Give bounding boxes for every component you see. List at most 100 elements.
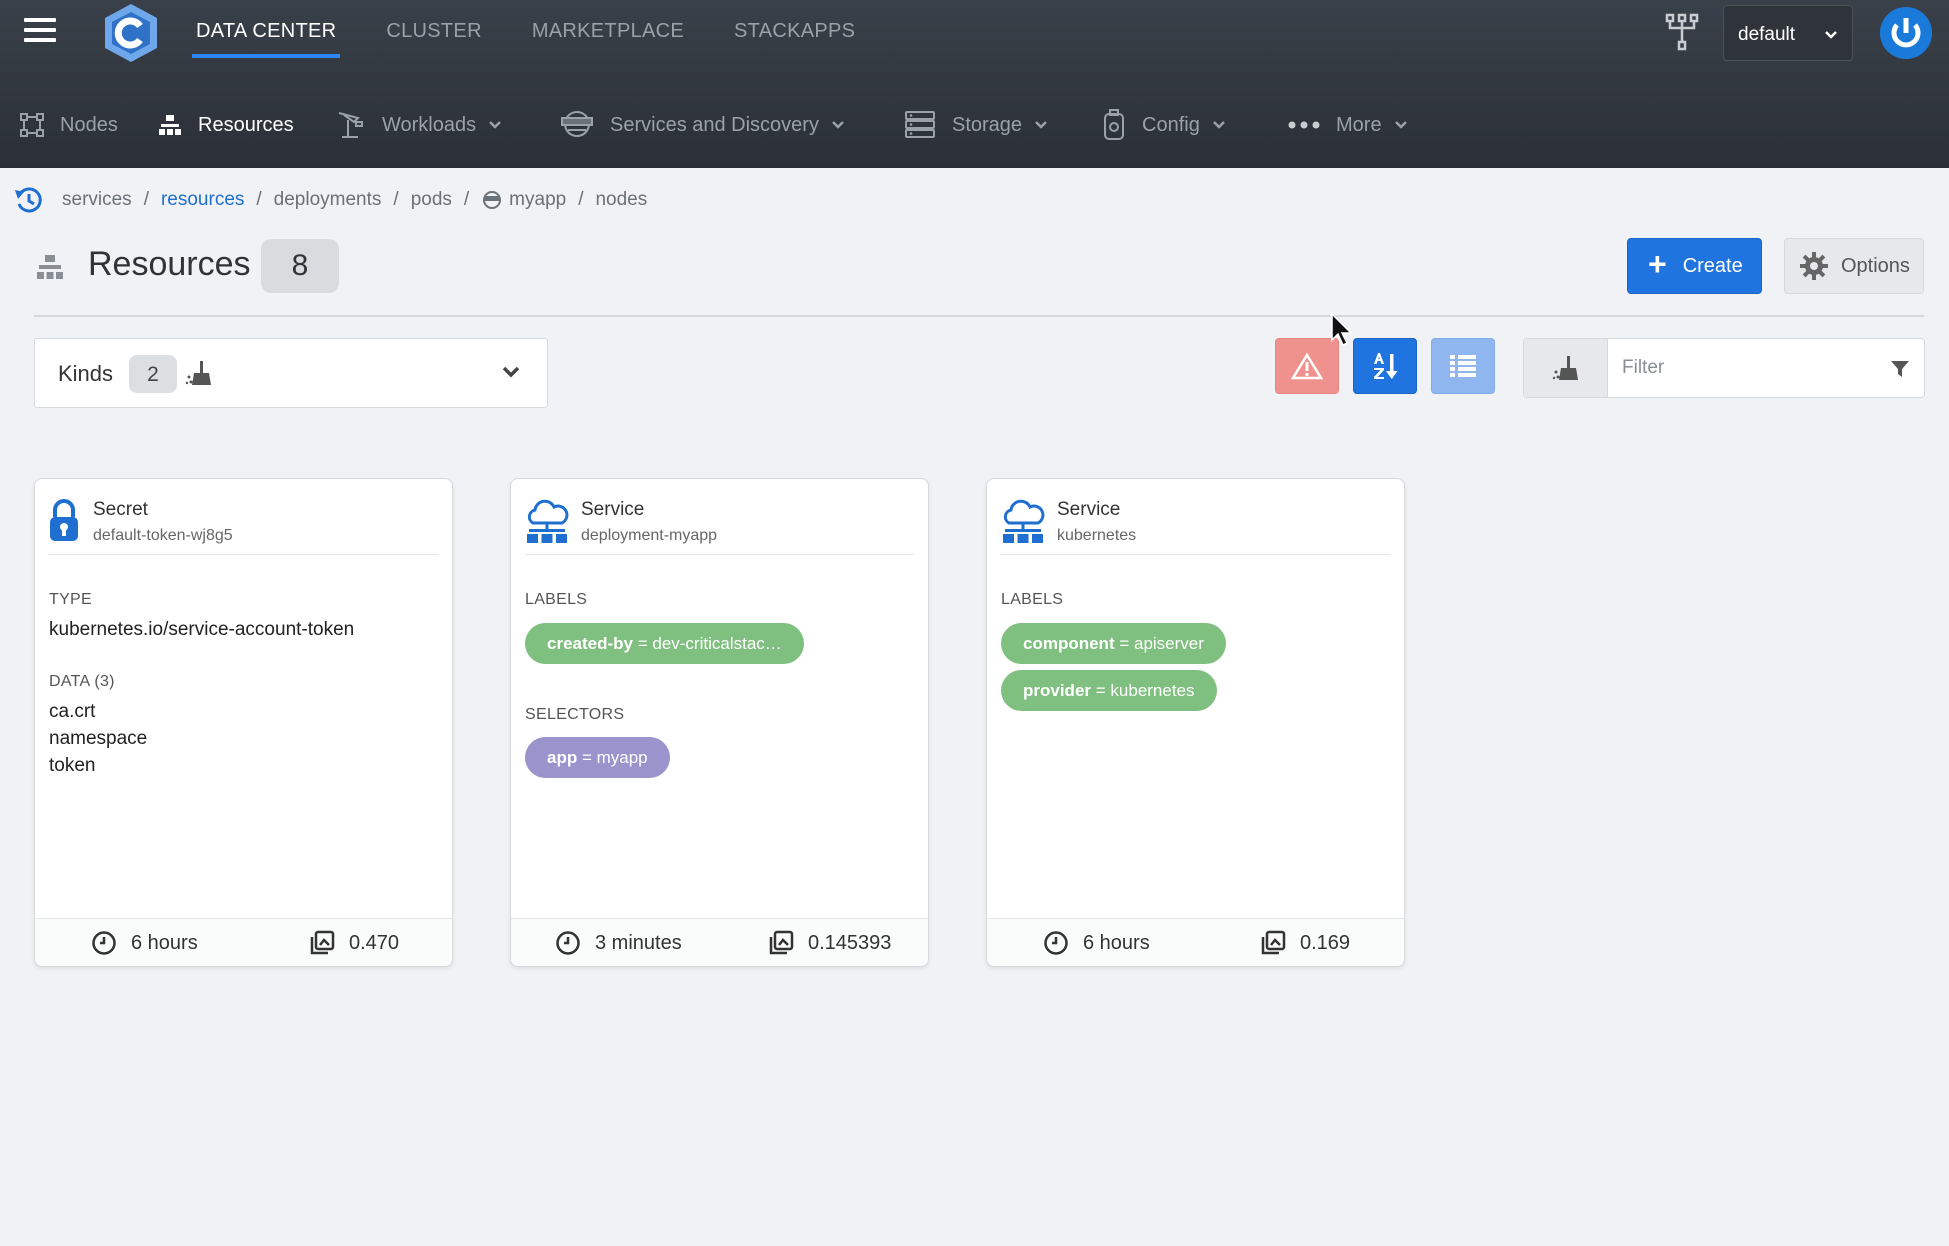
selector-pill[interactable]: app = myapp [525, 737, 670, 778]
clock-icon [1044, 931, 1068, 955]
create-button[interactable]: + Create [1627, 238, 1762, 294]
more-dots-icon [1288, 121, 1320, 129]
top-bar: DATA CENTER CLUSTER MARKETPLACE STACKAPP… [0, 0, 1949, 168]
card-age-value: 6 hours [131, 931, 198, 954]
breadcrumb-deployments[interactable]: deployments [274, 189, 382, 211]
gear-icon [1800, 252, 1828, 280]
warning-icon [1291, 352, 1323, 380]
plus-icon: + [1648, 246, 1667, 282]
clock-icon [92, 931, 116, 955]
subnav-nodes[interactable]: Nodes [20, 100, 118, 150]
card-resource-name[interactable]: default-token-wj8g5 [93, 527, 233, 545]
copy-icon [769, 930, 794, 955]
power-icon[interactable] [1880, 7, 1932, 59]
card-age: 6 hours [91, 930, 198, 956]
config-icon [1104, 109, 1124, 140]
topnav-data-center[interactable]: DATA CENTER [192, 0, 341, 58]
top-nav: DATA CENTER CLUSTER MARKETPLACE STACKAPP… [192, 0, 905, 60]
resources-icon [37, 255, 63, 279]
resource-card-secret[interactable]: Secret default-token-wj8g5 TYPE kubernet… [34, 478, 453, 967]
subnav-more[interactable]: More [1288, 100, 1424, 150]
cloud-network-icon [527, 499, 569, 543]
filter-input[interactable] [1622, 351, 1882, 385]
breadcrumb-resources[interactable]: resources [161, 189, 244, 211]
label-pill[interactable]: provider = kubernetes [1001, 670, 1217, 711]
secret-data-key: namespace [49, 728, 148, 749]
card-version-value: 0.470 [349, 931, 400, 954]
hamburger-menu-icon[interactable] [24, 18, 56, 46]
label-pill[interactable]: created-by = dev-criticalstac… [525, 623, 804, 664]
label-pill[interactable]: component = apiserver [1001, 623, 1226, 664]
card-header: Service deployment-myapp [525, 499, 914, 555]
subnav-workloads[interactable]: Workloads [336, 100, 518, 150]
create-button-label: Create [1682, 254, 1743, 277]
subnav-more-label: More [1336, 113, 1382, 136]
breadcrumb-separator: / [578, 189, 584, 210]
subnav-config[interactable]: Config [1102, 100, 1242, 150]
resource-card-service[interactable]: Service kubernetes LABELS component = ap… [986, 478, 1405, 967]
topnav-marketplace[interactable]: MARKETPLACE [532, 0, 684, 58]
resources-icon [159, 115, 181, 135]
card-age-value: 3 minutes [595, 931, 682, 954]
kinds-label: Kinds [58, 361, 114, 386]
namespace-select[interactable]: default [1723, 5, 1853, 61]
app-logo[interactable] [100, 2, 162, 64]
sort-alpha-icon [1374, 353, 1398, 379]
selector-key: app [547, 748, 578, 767]
label-value: apiserver [1133, 634, 1204, 653]
resource-card-service[interactable]: Service deployment-myapp LABELS created-… [510, 478, 929, 967]
card-version: 0.169 [1260, 930, 1350, 956]
breadcrumb-myapp[interactable]: myapp [509, 189, 566, 211]
breadcrumb-services[interactable]: services [62, 189, 132, 211]
network-icon[interactable] [1664, 12, 1700, 52]
resource-count-badge: 8 [261, 239, 339, 293]
selector-value: myapp [596, 748, 648, 767]
sort-az-button[interactable] [1353, 338, 1417, 394]
options-button[interactable]: Options [1784, 238, 1924, 294]
subnav-workloads-label: Workloads [382, 113, 477, 136]
chevron-down-icon [1394, 121, 1407, 129]
card-kind: Service [581, 499, 645, 520]
topnav-stackapps[interactable]: STACKAPPS [734, 0, 855, 58]
data-section-label: DATA (3) [49, 673, 115, 690]
list-view-button[interactable] [1431, 338, 1495, 394]
label-key: created-by [547, 634, 633, 653]
kinds-count-badge: 2 [129, 355, 177, 393]
copy-icon [1261, 930, 1286, 955]
subnav-config-label: Config [1142, 113, 1200, 136]
list-icon [1450, 355, 1476, 377]
services-icon [561, 111, 593, 137]
subnav-nodes-label: Nodes [60, 113, 118, 136]
page-title: Resources [88, 245, 251, 283]
clear-broom-icon [1552, 356, 1578, 380]
card-header: Service kubernetes [1001, 499, 1390, 555]
card-kind: Secret [93, 499, 148, 520]
secret-type-value: kubernetes.io/service-account-token [49, 619, 355, 640]
label-key: component [1023, 634, 1115, 653]
clear-filter-button[interactable] [1524, 339, 1608, 397]
subnav-services-label: Services and Discovery [610, 113, 819, 136]
breadcrumb-nodes[interactable]: nodes [595, 189, 647, 211]
topnav-cluster[interactable]: CLUSTER [386, 0, 481, 58]
funnel-icon[interactable] [1890, 359, 1910, 379]
card-resource-name[interactable]: kubernetes [1057, 527, 1136, 545]
subnav-services-discovery[interactable]: Services and Discovery [560, 100, 861, 150]
card-resource-name[interactable]: deployment-myapp [581, 527, 717, 545]
namespace-value: default [1738, 24, 1796, 45]
nodes-icon [20, 113, 44, 137]
breadcrumb-pods[interactable]: pods [411, 189, 452, 211]
kinds-select[interactable]: Kinds 2 [34, 338, 548, 408]
subnav-resources[interactable]: Resources [158, 100, 294, 150]
card-footer: 6 hours 0.470 [35, 918, 452, 966]
card-header: Secret default-token-wj8g5 [49, 499, 438, 555]
card-version: 0.470 [309, 930, 399, 956]
breadcrumb-separator: / [143, 189, 149, 210]
label-key: provider [1023, 681, 1092, 700]
pod-icon [483, 191, 502, 209]
card-version: 0.145393 [768, 930, 891, 956]
clear-broom-icon[interactable] [185, 359, 213, 387]
workloads-icon [338, 112, 363, 138]
storage-icon [905, 111, 935, 138]
subnav-storage[interactable]: Storage [904, 100, 1064, 150]
history-icon[interactable] [14, 186, 44, 214]
